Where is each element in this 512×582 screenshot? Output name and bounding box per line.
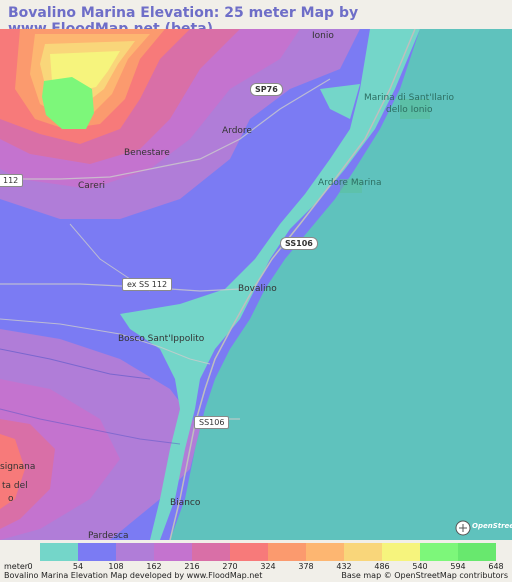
legend-swatch <box>306 543 344 561</box>
place-label-bovalino: Bovalino <box>238 284 277 294</box>
legend-tick: 54 <box>72 562 84 571</box>
place-label-marina-sant-ilario-2: dello Ionio <box>386 105 433 115</box>
legend-tick: 324 <box>260 562 276 571</box>
place-label-ardore-marina: Ardore Marina <box>318 178 382 188</box>
elevation-legend: meter 0 54 108 162 216 270 324 378 432 486 540 594 6… <box>0 540 512 582</box>
place-label-marina-sant-ilario: Marina di Sant'Ilario <box>364 93 454 103</box>
place-label-careri: Careri <box>78 181 106 191</box>
road-label-ex-ss112: ex SS 112 <box>122 278 173 291</box>
legend-tick: 378 <box>298 562 314 571</box>
legend-swatch <box>40 543 78 561</box>
place-label-ardore: Ardore <box>222 126 252 136</box>
legend-tick: 432 <box>336 562 352 571</box>
road-label-112: 112 <box>0 174 24 187</box>
road-shield-ss106: SS106 <box>280 237 318 250</box>
legend-swatch <box>344 543 382 561</box>
place-label-bosco: Bosco Sant'Ippolito <box>118 334 205 344</box>
place-label-ionio: Ionio <box>312 31 334 41</box>
legend-swatch <box>230 543 268 561</box>
legend-tick: 594 <box>450 562 466 571</box>
footer-osm-credit: Base map © OpenStreetMap contributors <box>341 571 508 580</box>
legend-tick: 0 <box>27 562 33 571</box>
legend-tick: 162 <box>146 562 162 571</box>
place-label-signana: signana <box>0 462 36 472</box>
place-label-bianco: Bianco <box>170 498 201 508</box>
road-shield-sp76: SP76 <box>250 83 283 96</box>
legend-tick: 648 <box>488 562 504 571</box>
legend-swatch <box>78 543 116 561</box>
legend-swatch <box>154 543 192 561</box>
legend-swatch <box>268 543 306 561</box>
place-label-benestare: Benestare <box>124 148 170 158</box>
legend-swatch <box>420 543 458 561</box>
legend-swatch <box>116 543 154 561</box>
legend-swatch <box>192 543 230 561</box>
legend-unit: meter <box>4 562 29 571</box>
legend-swatches <box>40 543 496 561</box>
legend-swatch <box>458 543 496 561</box>
legend-tick: 540 <box>412 562 428 571</box>
osm-logo[interactable]: OpenStreetMap <box>454 519 512 537</box>
place-label-o: o <box>8 494 14 504</box>
road-label-ss106-small: SS106 <box>194 416 230 429</box>
legend-swatch <box>382 543 420 561</box>
footer-credit: Bovalino Marina Elevation Map developed … <box>4 571 263 580</box>
legend-tick: 108 <box>108 562 124 571</box>
legend-tick: 270 <box>222 562 238 571</box>
legend-tick: 486 <box>374 562 390 571</box>
osm-logo-text: OpenStreetMap <box>472 522 512 530</box>
place-label-ta-del: ta del <box>2 481 28 491</box>
legend-tick: 216 <box>184 562 200 571</box>
